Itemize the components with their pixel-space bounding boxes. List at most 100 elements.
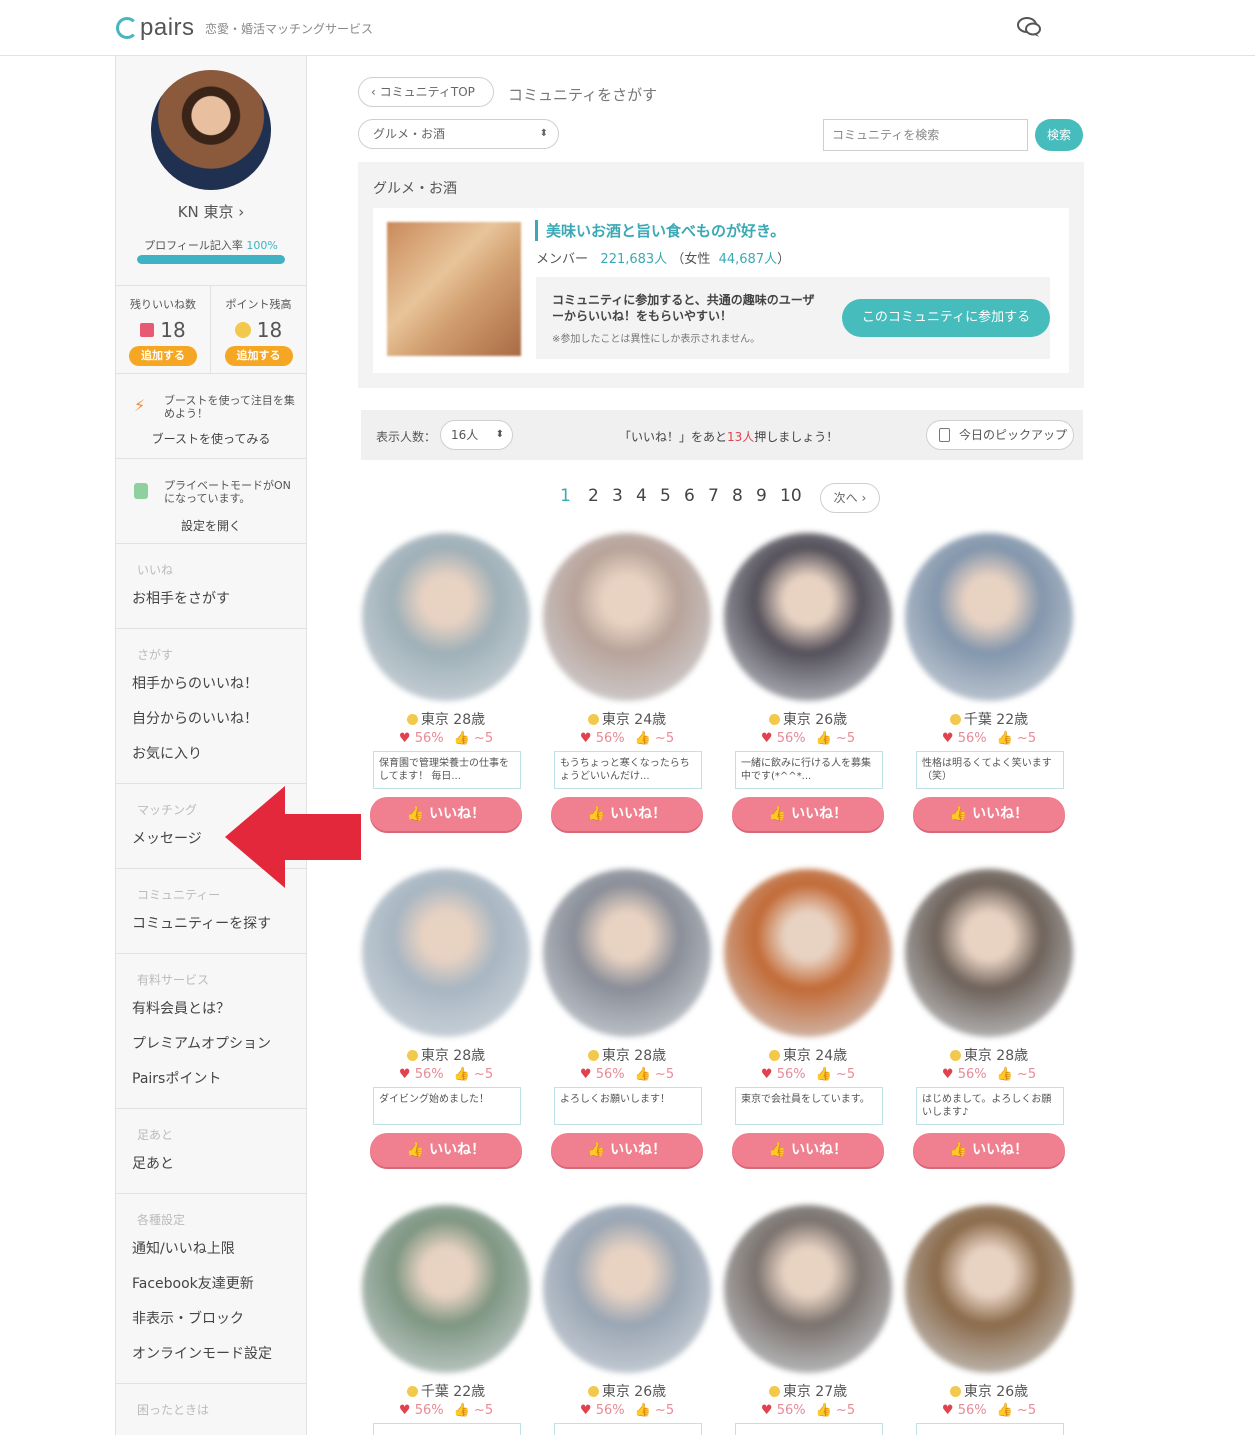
- private-mode-settings-link[interactable]: 設定を開く: [116, 517, 306, 534]
- user-location-age: 東京 28歳: [362, 709, 530, 729]
- user-location-age: 東京 28歳: [905, 1045, 1073, 1065]
- like-button[interactable]: 👍 いいね！: [732, 797, 884, 831]
- page-number-3[interactable]: 3: [612, 486, 623, 506]
- user-photo[interactable]: [543, 533, 711, 701]
- community-search-input[interactable]: コミュニティを検索: [823, 119, 1028, 151]
- user-photo[interactable]: [362, 869, 530, 1037]
- menu-item-facebook-update[interactable]: Facebook友達更新: [132, 1273, 254, 1293]
- user-stats: ♥ 56% 👍 ~5: [398, 731, 494, 746]
- like-button[interactable]: 👍 いいね！: [370, 797, 522, 831]
- menu-item-likes-sent[interactable]: 自分からのいいね！: [132, 708, 258, 728]
- page-number-6[interactable]: 6: [684, 486, 695, 506]
- user-location-age: 東京 26歳: [905, 1381, 1073, 1401]
- user-photo[interactable]: [724, 869, 892, 1037]
- thumb-up-icon: 👍: [587, 806, 606, 822]
- user-location-age: 東京 24歳: [724, 1045, 892, 1065]
- list-toolbar: 表示人数： 16人 ⬍ 「いいね！」をあと13人押しましょう！ 今日のピックアッ…: [361, 410, 1083, 460]
- profile-name[interactable]: KN 東京 ›: [116, 201, 306, 222]
- user-card[interactable]: 千葉 22歳♥ 56%👍 ~5👍 いいね！: [362, 1205, 532, 1435]
- user-card[interactable]: 東京 26歳 ♥ 56% 👍 ~5 一緒に飲みに行ける人を募集中です(*^^*... 👍…: [724, 533, 894, 833]
- heart-icon: ♥: [941, 1067, 954, 1082]
- chat-bubbles-icon[interactable]: [1016, 16, 1042, 38]
- page-number-9[interactable]: 9: [756, 486, 767, 506]
- user-card[interactable]: 東京 28歳 ♥ 56% 👍 ~5 保育園で管理栄養士の仕事をしてます！ 毎日... 👍…: [362, 533, 532, 833]
- menu-item-favorites[interactable]: お気に入り: [132, 743, 202, 763]
- page-number-10[interactable]: 10: [780, 486, 802, 506]
- community-top-button[interactable]: ‹ コミュニティTOP: [358, 77, 494, 107]
- user-card[interactable]: 東京 24歳 ♥ 56% 👍 ~5 東京で会社員をしています。 👍 いいね！: [724, 869, 894, 1169]
- user-message: 東京で会社員をしています。: [735, 1087, 883, 1125]
- join-box: コミュニティに参加すると、共通の趣味のユーザーからいいね！をもらいやすい！ ※参…: [536, 277, 1050, 359]
- user-photo[interactable]: [543, 869, 711, 1037]
- likes-remaining-value: 18: [160, 318, 186, 342]
- user-card[interactable]: 東京 26歳♥ 56%👍 ~5👍 いいね！: [905, 1205, 1075, 1435]
- page-number-7[interactable]: 7: [708, 486, 719, 506]
- community-image[interactable]: [387, 222, 521, 356]
- online-status-icon: [768, 714, 780, 725]
- user-card[interactable]: 東京 24歳 ♥ 56% 👍 ~5 もうちょっと寒くなったらちょうどいいんだけ... 👍…: [543, 533, 713, 833]
- heart-icon: ♥: [579, 1067, 592, 1082]
- search-button[interactable]: 検索: [1035, 119, 1083, 151]
- boost-link[interactable]: ブーストを使ってみる: [116, 430, 306, 447]
- menu-item-pairs-points[interactable]: Pairsポイント: [132, 1068, 221, 1088]
- user-message: [916, 1423, 1064, 1435]
- like-button[interactable]: 👍 いいね！: [732, 1133, 884, 1167]
- menu-item-online-mode[interactable]: オンラインモード設定: [132, 1343, 272, 1363]
- thumb-up-icon: 👍: [996, 1067, 1013, 1082]
- user-card[interactable]: 東京 28歳 ♥ 56% 👍 ~5 ダイビング始めました！ 👍 いいね！: [362, 869, 532, 1169]
- user-card[interactable]: 東京 27歳♥ 56%👍 ~5👍 いいね！: [724, 1205, 894, 1435]
- next-page-button[interactable]: 次へ ›: [820, 483, 880, 513]
- menu-item-search-partner[interactable]: お相手をさがす: [132, 588, 230, 608]
- thumb-up-icon: 👍: [996, 1403, 1013, 1418]
- like-button[interactable]: 👍 いいね！: [551, 797, 703, 831]
- online-status-icon: [406, 714, 418, 725]
- page-number-8[interactable]: 8: [732, 486, 743, 506]
- pairs-logo[interactable]: pairs: [116, 12, 195, 44]
- user-card[interactable]: 東京 28歳 ♥ 56% 👍 ~5 よろしくお願いします！ 👍 いいね！: [543, 869, 713, 1169]
- user-card[interactable]: 東京 26歳♥ 56%👍 ~5👍 いいね！: [543, 1205, 713, 1435]
- community-card: 美味いお酒と旨い食べものが好き。 メンバー 221,683人 （女性 44,68…: [373, 208, 1069, 373]
- menu-item-notifications[interactable]: 通知/いいね上限: [132, 1238, 235, 1258]
- menu-item-footprint[interactable]: 足あと: [132, 1153, 174, 1173]
- like-button[interactable]: 👍 いいね！: [551, 1133, 703, 1167]
- user-photo[interactable]: [543, 1205, 711, 1373]
- user-location-age: 東京 26歳: [543, 1381, 711, 1401]
- user-photo[interactable]: [905, 869, 1073, 1037]
- user-photo[interactable]: [362, 1205, 530, 1373]
- user-location-age: 東京 26歳: [724, 709, 892, 729]
- menu-item-find-community[interactable]: コミュニティーを探す: [132, 913, 271, 933]
- menu-section-help: 困ったときは: [116, 1384, 306, 1435]
- menu-item-hide-block[interactable]: 非表示・ブロック: [132, 1308, 244, 1328]
- join-community-button[interactable]: このコミュニティに参加する: [842, 299, 1050, 337]
- page-number-1[interactable]: 1: [560, 486, 571, 506]
- user-card[interactable]: 東京 28歳 ♥ 56% 👍 ~5 はじめまして。よろしくお願いします♪ 👍 いいね！: [905, 869, 1075, 1169]
- user-photo[interactable]: [724, 533, 892, 701]
- user-photo[interactable]: [362, 533, 530, 701]
- todays-pickup-button[interactable]: 今日のピックアップ: [926, 420, 1074, 450]
- user-stats: ♥ 56% 👍 ~5: [579, 1403, 675, 1418]
- menu-section-settings: 各種設定 通知/いいね上限 Facebook友達更新 非表示・ブロック オンライ…: [116, 1194, 306, 1384]
- user-message: もうちょっと寒くなったらちょうどいいんだけ...: [554, 751, 702, 789]
- display-count-select[interactable]: 16人 ⬍: [440, 420, 513, 450]
- user-photo[interactable]: [905, 533, 1073, 701]
- menu-item-paid-member[interactable]: 有料会員とは？: [132, 998, 230, 1018]
- menu-item-likes-received[interactable]: 相手からのいいね！: [132, 673, 258, 693]
- category-select[interactable]: グルメ・お酒 ⬍: [358, 119, 559, 149]
- page-number-2[interactable]: 2: [588, 486, 599, 506]
- online-status-icon: [949, 714, 961, 725]
- page-number-4[interactable]: 4: [636, 486, 647, 506]
- user-photo[interactable]: [724, 1205, 892, 1373]
- community-name[interactable]: 美味いお酒と旨い食べものが好き。: [535, 220, 785, 241]
- add-points-button[interactable]: 追加する: [224, 346, 293, 366]
- avatar[interactable]: [151, 70, 271, 190]
- add-likes-button[interactable]: 追加する: [129, 346, 197, 366]
- menu-head-settings: 各種設定: [137, 1213, 186, 1227]
- like-button[interactable]: 👍 いいね！: [913, 1133, 1065, 1167]
- user-photo[interactable]: [905, 1205, 1073, 1373]
- like-button[interactable]: 👍 いいね！: [913, 797, 1065, 831]
- like-button[interactable]: 👍 いいね！: [370, 1133, 522, 1167]
- page-number-5[interactable]: 5: [660, 486, 671, 506]
- menu-item-premium-option[interactable]: プレミアムオプション: [132, 1033, 271, 1053]
- menu-item-messages[interactable]: メッセージ: [132, 828, 202, 848]
- user-card[interactable]: 千葉 22歳 ♥ 56% 👍 ~5 性格は明るくてよく笑います（笑） 👍 いいね！: [905, 533, 1075, 833]
